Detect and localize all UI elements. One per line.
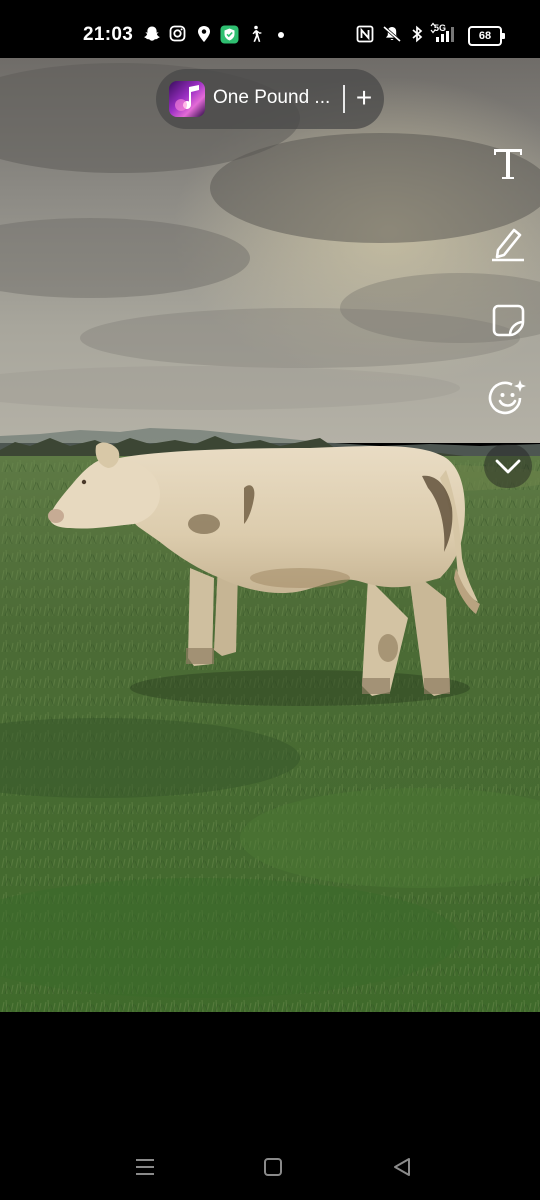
music-title: One Pound ... <box>213 87 331 108</box>
lens-tool-icon <box>488 380 526 415</box>
status-time: 21:03 <box>83 24 134 45</box>
snapchat-icon <box>144 26 160 41</box>
back-icon <box>394 1158 410 1176</box>
cow-field-image <box>0 58 540 1012</box>
location-icon <box>198 26 210 42</box>
status-bar: 21:03 5G 68 <box>0 0 540 58</box>
walking-icon <box>252 25 262 42</box>
vpn-shield-icon <box>220 25 239 44</box>
home-button[interactable] <box>258 1152 288 1182</box>
recents-icon <box>136 1159 154 1175</box>
more-tools-button[interactable] <box>484 444 532 488</box>
divider <box>343 85 345 113</box>
music-note-icon <box>175 85 199 111</box>
svg-text:5G: 5G <box>434 23 446 33</box>
nfc-icon <box>356 25 374 43</box>
instagram-icon <box>169 25 186 42</box>
recents-button[interactable] <box>130 1152 160 1182</box>
text-tool-icon <box>494 149 522 179</box>
home-icon <box>264 1158 282 1176</box>
chevron-down-icon <box>495 459 521 474</box>
add-music-button[interactable]: + <box>352 81 376 115</box>
battery-indicator: 68 <box>468 26 505 46</box>
pen-tool-button[interactable] <box>486 220 530 264</box>
mute-icon <box>383 25 401 43</box>
snap-photo[interactable] <box>0 58 540 1012</box>
dot-icon <box>278 32 284 38</box>
back-button[interactable] <box>387 1152 417 1182</box>
sticker-tool-button[interactable] <box>486 298 530 342</box>
bluetooth-icon <box>412 25 423 43</box>
text-tool-button[interactable] <box>486 141 530 185</box>
lens-tool-button[interactable] <box>486 376 530 420</box>
pen-tool-icon <box>492 228 524 262</box>
album-art <box>169 81 205 117</box>
sticker-tool-icon <box>492 304 525 337</box>
signal-5g-icon: 5G <box>430 22 454 42</box>
music-sticker[interactable]: One Pound ... + <box>156 69 384 129</box>
